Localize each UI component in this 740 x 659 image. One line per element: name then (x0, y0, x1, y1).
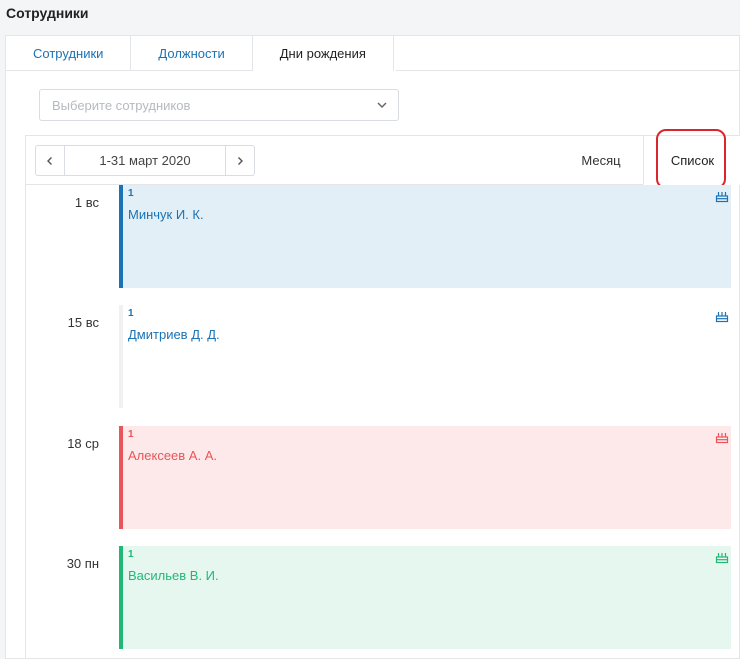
prev-button[interactable] (36, 146, 64, 175)
date-range-label: 1-31 март 2020 (64, 146, 226, 175)
day-label: 30 пн (66, 556, 99, 571)
view-list-button[interactable]: Список (643, 135, 740, 185)
view-month-button[interactable]: Месяц (560, 136, 642, 184)
next-button[interactable] (226, 146, 254, 175)
employee-select-placeholder: Выберите сотрудников (52, 97, 191, 113)
chevron-right-icon (238, 156, 243, 165)
event-row: 30 пн 1 Васильев В. И. (26, 546, 740, 649)
event-count: 1 (128, 188, 134, 199)
employee-name: Минчук И. К. (128, 207, 204, 222)
page-title: Сотрудники (6, 5, 89, 21)
employee-name: Васильев В. И. (128, 568, 219, 583)
event-count: 1 (128, 549, 134, 560)
main-card: Сотрудники Должности Дни рождения Выбери… (5, 35, 740, 659)
event-count: 1 (128, 308, 134, 319)
employee-name: Алексеев А. А. (128, 448, 217, 463)
day-label: 15 вс (67, 315, 99, 330)
event-row: 1 вс 1 Минчук И. К. (26, 185, 740, 288)
app: Сотрудники Сотрудники Должности Дни рожд… (0, 0, 740, 659)
cake-icon (715, 433, 729, 444)
chevron-left-icon (47, 156, 52, 165)
cake-icon (715, 312, 729, 323)
cake-icon (715, 553, 729, 564)
chevron-down-icon (377, 102, 387, 109)
birthday-event[interactable]: 1 Дмитриев Д. Д. (119, 305, 731, 408)
tab-birthdays[interactable]: Дни рождения (252, 36, 394, 71)
day-label: 1 вс (74, 195, 99, 210)
birthday-event[interactable]: 1 Минчук И. К. (119, 185, 731, 288)
day-label: 18 ср (67, 436, 99, 451)
tab-divider (396, 70, 740, 71)
calendar: 1-31 март 2020 Месяц Список 1 вс 1 Минчук … (25, 129, 740, 659)
calendar-toolbar: 1-31 март 2020 Месяц Список (26, 129, 740, 189)
tab-positions[interactable]: Должности (131, 36, 253, 71)
employee-name: Дмитриев Д. Д. (128, 327, 220, 342)
employee-select[interactable]: Выберите сотрудников (39, 89, 399, 121)
tab-employees[interactable]: Сотрудники (6, 36, 132, 71)
birthday-event[interactable]: 1 Васильев В. И. (119, 546, 731, 649)
birthday-event[interactable]: 1 Алексеев А. А. (119, 426, 731, 529)
date-range-group: 1-31 март 2020 (35, 145, 255, 176)
cake-icon (715, 192, 729, 203)
event-row: 15 вс 1 Дмитриев Д. Д. (26, 305, 740, 408)
event-row: 18 ср 1 Алексеев А. А. (26, 426, 740, 529)
tab-bar: Сотрудники Должности Дни рождения (6, 36, 394, 71)
event-count: 1 (128, 429, 134, 440)
